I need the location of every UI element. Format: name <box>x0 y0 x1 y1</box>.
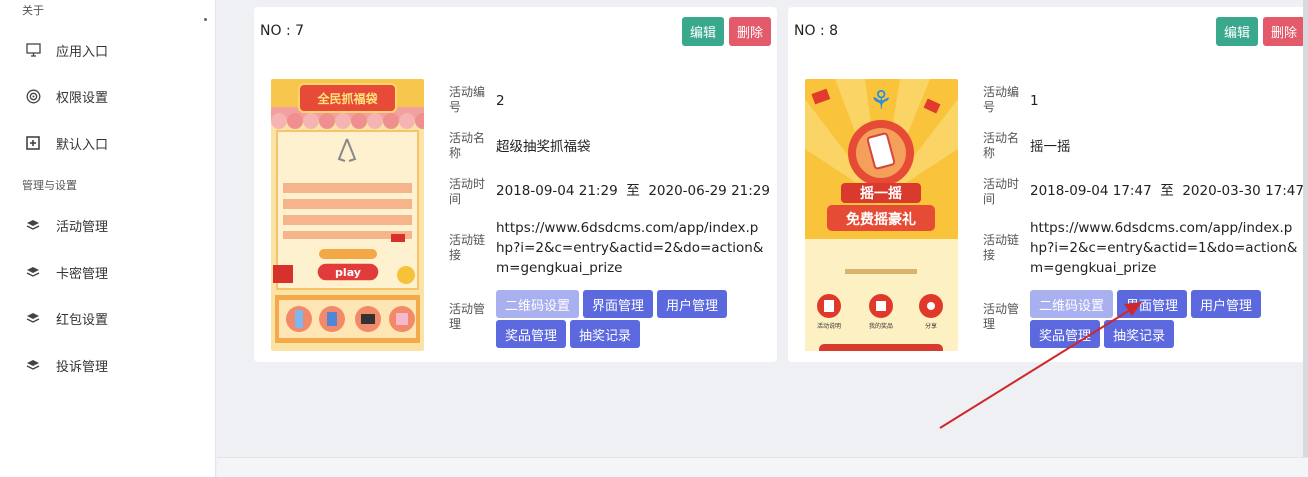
sidebar-item-label: 权限设置 <box>56 90 109 106</box>
field-value-time: 2018-09-04 17:47 至 2020-03-30 17:47 <box>1030 183 1304 199</box>
interface-management-button[interactable]: 界面管理 <box>1117 290 1187 318</box>
interface-management-button[interactable]: 界面管理 <box>583 290 653 318</box>
activity-card: NO : 7 编辑 删除 全民抓福袋 play 活动编号 2 活动名称 超级抽奖… <box>254 7 777 362</box>
svg-text:⚘: ⚘ <box>869 86 892 116</box>
field-value-id: 2 <box>496 93 505 109</box>
delete-button[interactable]: 删除 <box>729 17 772 46</box>
field-label-id: 活动编号 <box>983 85 1020 114</box>
sidebar-item-label: 默认入口 <box>56 137 109 153</box>
thumb-icon-label: 分享 <box>925 322 937 330</box>
card-number: NO : 7 <box>260 23 305 39</box>
thumb-icon-label: 活动说明 <box>817 322 841 330</box>
thumb-play-text: play <box>335 266 361 279</box>
sidebar-item-card-management[interactable]: 卡密管理 <box>22 260 202 284</box>
sidebar-item-label: 应用入口 <box>56 44 109 60</box>
field-label-link: 活动链接 <box>983 233 1020 262</box>
edit-button[interactable]: 编辑 <box>1216 17 1259 46</box>
delete-button[interactable]: 删除 <box>1263 17 1306 46</box>
prize-management-button[interactable]: 奖品管理 <box>1030 320 1100 348</box>
activity-card: NO : 8 编辑 删除 ⚘ 摇一摇 免费摇豪礼 活动说明 我的奖品 分享 活动… <box>788 7 1308 362</box>
thumb-banner-text: 全民抓福袋 <box>316 91 378 106</box>
sidebar-item-permissions[interactable]: 权限设置 <box>22 84 202 108</box>
field-label-name: 活动名称 <box>449 131 486 160</box>
prize-management-button[interactable]: 奖品管理 <box>496 320 566 348</box>
field-value-time: 2018-09-04 21:29 至 2020-06-29 21:29 <box>496 183 770 199</box>
section-title-management: 管理与设置 <box>22 179 77 192</box>
sidebar: 关于 应用入口 权限设置 默认入口 管理与设置 活动管理 卡密管理 红包设置 投… <box>0 0 216 477</box>
sidebar-item-label: 活动管理 <box>56 219 109 235</box>
layers-icon <box>25 217 41 233</box>
activity-thumbnail: ⚘ 摇一摇 免费摇豪礼 活动说明 我的奖品 分享 <box>805 79 958 351</box>
qrcode-settings-button[interactable]: 二维码设置 <box>496 290 579 318</box>
qrcode-settings-button[interactable]: 二维码设置 <box>1030 290 1113 318</box>
sidebar-item-activity-management[interactable]: 活动管理 <box>22 213 202 237</box>
field-label-manage: 活动管理 <box>983 302 1020 331</box>
footer-band <box>217 457 1308 477</box>
user-management-button[interactable]: 用户管理 <box>657 290 727 318</box>
plus-square-icon <box>25 135 41 151</box>
sidebar-item-complaint-management[interactable]: 投诉管理 <box>22 353 202 377</box>
sidebar-item-default-entry[interactable]: 默认入口 <box>22 131 202 155</box>
thumb-line2: 免费摇豪礼 <box>846 211 916 228</box>
sidebar-item-label: 红包设置 <box>56 312 109 328</box>
sidebar-item-label: 投诉管理 <box>56 359 109 375</box>
layers-icon <box>25 264 41 280</box>
draw-records-button[interactable]: 抽奖记录 <box>570 320 640 348</box>
layers-icon <box>25 357 41 373</box>
sidebar-item-red-packet-settings[interactable]: 红包设置 <box>22 306 202 330</box>
field-label-time: 活动时间 <box>983 177 1020 206</box>
monitor-icon <box>25 42 41 58</box>
sidebar-item-label: 卡密管理 <box>56 266 109 282</box>
section-title-about: 关于 <box>22 4 44 17</box>
field-label-id: 活动编号 <box>449 85 486 114</box>
field-value-link[interactable]: https://www.6dsdcms.com/app/index.php?i=… <box>496 218 766 278</box>
field-value-name: 摇一摇 <box>1030 139 1071 155</box>
thumb-icon-label: 我的奖品 <box>869 322 893 330</box>
field-label-link: 活动链接 <box>449 233 486 262</box>
field-value-link[interactable]: https://www.6dsdcms.com/app/index.php?i=… <box>1030 218 1300 278</box>
layers-icon <box>25 310 41 326</box>
activity-thumbnail: 全民抓福袋 play <box>271 79 424 351</box>
edit-button[interactable]: 编辑 <box>682 17 725 46</box>
draw-records-button[interactable]: 抽奖记录 <box>1104 320 1174 348</box>
field-label-time: 活动时间 <box>449 177 486 206</box>
field-label-name: 活动名称 <box>983 131 1020 160</box>
thumb-line1: 摇一摇 <box>860 185 902 202</box>
card-number: NO : 8 <box>794 23 839 39</box>
target-icon <box>25 88 41 104</box>
field-value-id: 1 <box>1030 93 1039 109</box>
user-management-button[interactable]: 用户管理 <box>1191 290 1261 318</box>
field-value-name: 超级抽奖抓福袋 <box>496 139 591 155</box>
scrollbar[interactable] <box>1303 0 1308 457</box>
field-label-manage: 活动管理 <box>449 302 486 331</box>
sidebar-item-app-entry[interactable]: 应用入口 <box>22 38 202 62</box>
collapse-dot <box>204 18 207 21</box>
